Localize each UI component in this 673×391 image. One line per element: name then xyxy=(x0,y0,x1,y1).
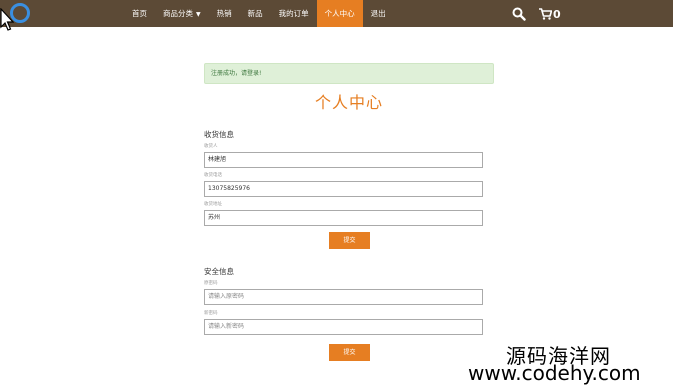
cart-icon xyxy=(539,8,552,20)
top-navbar: 首页 商品分类 ▼ 热销 新品 我的订单 个人中心 退出 0 xyxy=(0,0,673,27)
nav-item-label: 热销 xyxy=(216,9,232,18)
caret-down-icon: ▼ xyxy=(196,11,201,18)
address-input[interactable]: 苏州 xyxy=(204,210,483,226)
new-password-input[interactable]: 请输入新密码 xyxy=(204,319,483,335)
nav-item-logout[interactable]: 退出 xyxy=(363,0,394,27)
nav-item-categories[interactable]: 商品分类 ▼ xyxy=(155,0,209,27)
shipping-section-title: 收货信息 xyxy=(204,130,234,139)
alert-text: 注册成功，请登录! xyxy=(211,70,262,77)
security-section-title: 安全信息 xyxy=(204,267,234,276)
nav-item-label: 个人中心 xyxy=(324,9,355,18)
nav-item-label: 新品 xyxy=(247,9,263,18)
phone-label: 收货电话 xyxy=(204,173,222,178)
mouse-pointer-icon xyxy=(0,8,14,31)
shipping-submit-button[interactable]: 提交 xyxy=(329,232,370,249)
receiver-input[interactable]: 林建旭 xyxy=(204,152,483,168)
nav-item-profile[interactable]: 个人中心 xyxy=(316,0,363,27)
nav-item-new[interactable]: 新品 xyxy=(240,0,271,27)
cart-button[interactable]: 0 xyxy=(539,5,561,23)
old-password-label: 原密码 xyxy=(204,281,218,286)
address-label: 收货地址 xyxy=(204,202,222,207)
nav-item-label: 退出 xyxy=(370,9,386,18)
main-nav: 首页 商品分类 ▼ 热销 新品 我的订单 个人中心 退出 xyxy=(124,0,394,27)
security-submit-button[interactable]: 提交 xyxy=(329,344,370,361)
nav-item-label: 首页 xyxy=(132,9,147,18)
new-password-label: 新密码 xyxy=(204,311,218,316)
page-title: 个人中心 xyxy=(314,93,383,112)
phone-input[interactable]: 13075825976 xyxy=(204,181,483,197)
nav-item-hot[interactable]: 热销 xyxy=(209,0,240,27)
nav-item-home[interactable]: 首页 xyxy=(124,0,155,27)
nav-item-orders[interactable]: 我的订单 xyxy=(271,0,317,27)
receiver-label: 收货人 xyxy=(204,144,218,149)
cart-count: 0 xyxy=(553,7,561,21)
old-password-input[interactable]: 请输入原密码 xyxy=(204,289,483,305)
search-icon[interactable] xyxy=(512,7,526,21)
watermark-url: www.codehy.com xyxy=(468,361,641,385)
nav-item-label: 商品分类 xyxy=(163,9,193,18)
nav-item-label: 我的订单 xyxy=(278,9,309,18)
success-alert: 注册成功，请登录! xyxy=(204,63,494,84)
